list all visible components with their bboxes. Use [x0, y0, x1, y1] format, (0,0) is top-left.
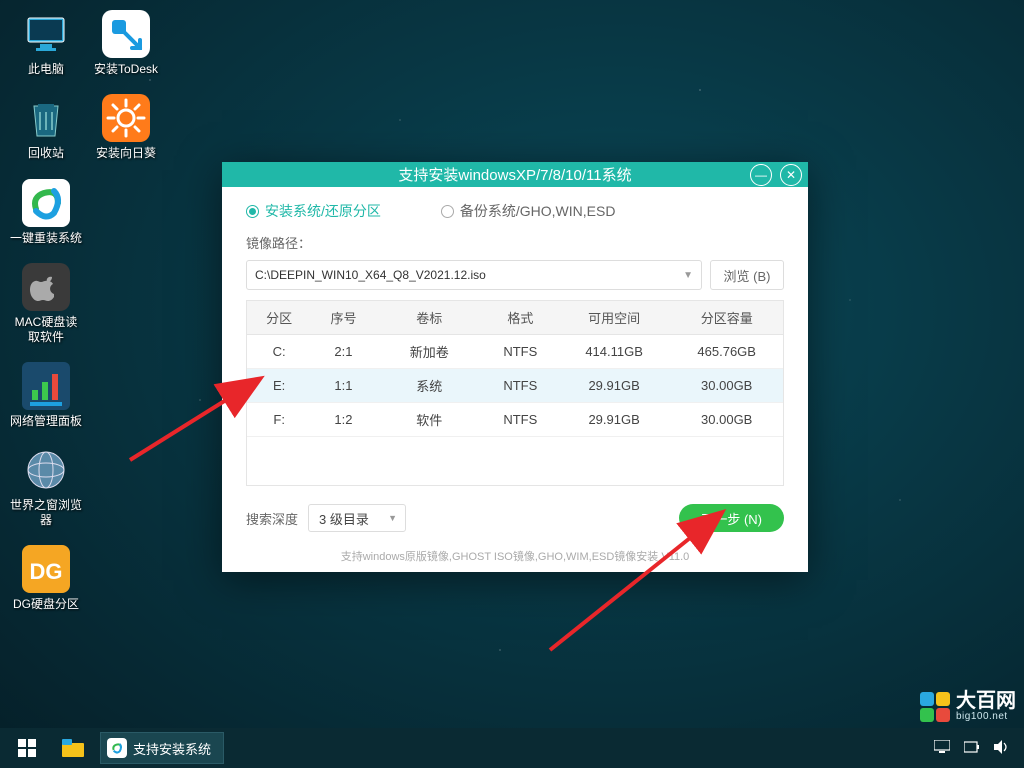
desktop-icons-col1: 此电脑 回收站 一键重装系统 MAC硬盘读取软件 网络管理面板 世界之窗浏览器 …: [10, 10, 82, 612]
watermark-sub: big100.net: [956, 711, 1016, 722]
table-cell: 30.00GB: [670, 403, 783, 437]
watermark: 大百网 big100.net: [920, 691, 1016, 722]
table-cell: 新加卷: [376, 335, 483, 369]
tab-install-restore[interactable]: 安装系统/还原分区: [246, 201, 381, 221]
icon-label: 此电脑: [28, 62, 64, 76]
desktop-icon-onekey-reinstall[interactable]: 一键重装系统: [10, 179, 82, 245]
table-cell: 2:1: [311, 335, 375, 369]
image-path-label: 镜像路径：: [222, 229, 808, 260]
window-title: 支持安装windowsXP/7/8/10/11系统: [398, 164, 631, 185]
file-explorer-button[interactable]: [50, 728, 96, 768]
installer-window: 支持安装windowsXP/7/8/10/11系统 — ✕ 安装系统/还原分区 …: [222, 162, 808, 572]
image-path-input[interactable]: C:\DEEPIN_WIN10_X64_Q8_V2021.12.iso ▼: [246, 260, 702, 290]
table-cell: 1:2: [311, 403, 375, 437]
minimize-button[interactable]: —: [750, 164, 772, 186]
table-cell: NTFS: [483, 335, 558, 369]
table-cell: 29.91GB: [558, 403, 671, 437]
table-cell: E:: [247, 369, 311, 403]
close-button[interactable]: ✕: [780, 164, 802, 186]
table-cell: 软件: [376, 403, 483, 437]
table-cell: C:: [247, 335, 311, 369]
table-cell: F:: [247, 403, 311, 437]
icon-label: DG硬盘分区: [13, 597, 79, 611]
desktop-icon-network-panel[interactable]: 网络管理面板: [10, 362, 82, 428]
partition-table: 分区 序号 卷标 格式 可用空间 分区容量 C:2:1新加卷NTFS414.11…: [246, 300, 784, 486]
tray-battery-icon[interactable]: [964, 740, 980, 756]
desktop-icons-col2: 安装ToDesk 安装向日葵: [90, 10, 162, 161]
table-cell: 414.11GB: [558, 335, 671, 369]
chevron-down-icon[interactable]: ▼: [683, 270, 693, 281]
desktop-icon-recycle-bin[interactable]: 回收站: [10, 94, 82, 160]
th-label: 卷标: [376, 301, 483, 335]
tab-label: 安装系统/还原分区: [265, 201, 381, 221]
titlebar[interactable]: 支持安装windowsXP/7/8/10/11系统 — ✕: [222, 162, 808, 187]
table-cell: NTFS: [483, 403, 558, 437]
radio-icon: [441, 205, 454, 218]
icon-label: 网络管理面板: [10, 414, 82, 428]
mode-tabs: 安装系统/还原分区 备份系统/GHO,WIN,ESD: [222, 187, 808, 229]
th-format: 格式: [483, 301, 558, 335]
table-cell: 465.76GB: [670, 335, 783, 369]
system-tray: [934, 740, 1020, 757]
watermark-logo-icon: [920, 692, 950, 722]
th-index: 序号: [311, 301, 375, 335]
image-path-value: C:\DEEPIN_WIN10_X64_Q8_V2021.12.iso: [255, 268, 486, 282]
taskbar-task-installer[interactable]: 支持安装系统: [100, 732, 224, 764]
icon-label: 安装向日葵: [96, 146, 156, 160]
desktop-icon-sunlogin[interactable]: 安装向日葵: [90, 94, 162, 160]
th-total: 分区容量: [670, 301, 783, 335]
icon-label: 安装ToDesk: [94, 62, 158, 76]
tray-volume-icon[interactable]: [994, 740, 1010, 757]
table-header-row: 分区 序号 卷标 格式 可用空间 分区容量: [247, 301, 783, 335]
task-label: 支持安装系统: [133, 739, 211, 758]
table-cell: 30.00GB: [670, 369, 783, 403]
desktop-icon-theworld-browser[interactable]: 世界之窗浏览器: [10, 446, 82, 527]
tray-monitor-icon[interactable]: [934, 740, 950, 757]
search-depth-select[interactable]: 3 级目录: [308, 504, 406, 532]
footer-note: 支持windows原版镜像,GHOST ISO镜像,GHO,WIM,ESD镜像安…: [222, 536, 808, 572]
task-icon: [107, 738, 127, 758]
taskbar: 支持安装系统: [0, 728, 1024, 768]
icon-label: MAC硬盘读取软件: [10, 315, 82, 344]
desktop-icon-todesk[interactable]: 安装ToDesk: [90, 10, 162, 76]
desktop-icon-this-pc[interactable]: 此电脑: [10, 10, 82, 76]
radio-icon: [246, 205, 259, 218]
table-cell: 1:1: [311, 369, 375, 403]
svg-text:DG: DG: [30, 559, 63, 584]
next-button[interactable]: 下一步 (N): [679, 504, 784, 532]
search-depth-label: 搜索深度: [246, 509, 298, 528]
search-depth-value: 3 级目录: [319, 509, 369, 528]
tab-label: 备份系统/GHO,WIN,ESD: [460, 201, 616, 221]
tab-backup[interactable]: 备份系统/GHO,WIN,ESD: [441, 201, 616, 221]
th-free: 可用空间: [558, 301, 671, 335]
start-button[interactable]: [4, 728, 50, 768]
table-cell: 29.91GB: [558, 369, 671, 403]
table-cell: 系统: [376, 369, 483, 403]
browse-button[interactable]: 浏览 (B): [710, 260, 784, 290]
icon-label: 一键重装系统: [10, 231, 82, 245]
table-cell: NTFS: [483, 369, 558, 403]
desktop-icon-diskgenius[interactable]: DG DG硬盘分区: [10, 545, 82, 611]
th-partition: 分区: [247, 301, 311, 335]
icon-label: 世界之窗浏览器: [10, 498, 82, 527]
table-row[interactable]: F:1:2软件NTFS29.91GB30.00GB: [247, 403, 783, 437]
icon-label: 回收站: [28, 146, 64, 160]
table-row[interactable]: E:1:1系统NTFS29.91GB30.00GB: [247, 369, 783, 403]
table-row[interactable]: C:2:1新加卷NTFS414.11GB465.76GB: [247, 335, 783, 369]
desktop-icon-mac-disk[interactable]: MAC硬盘读取软件: [10, 263, 82, 344]
watermark-name: 大百网: [956, 691, 1016, 711]
